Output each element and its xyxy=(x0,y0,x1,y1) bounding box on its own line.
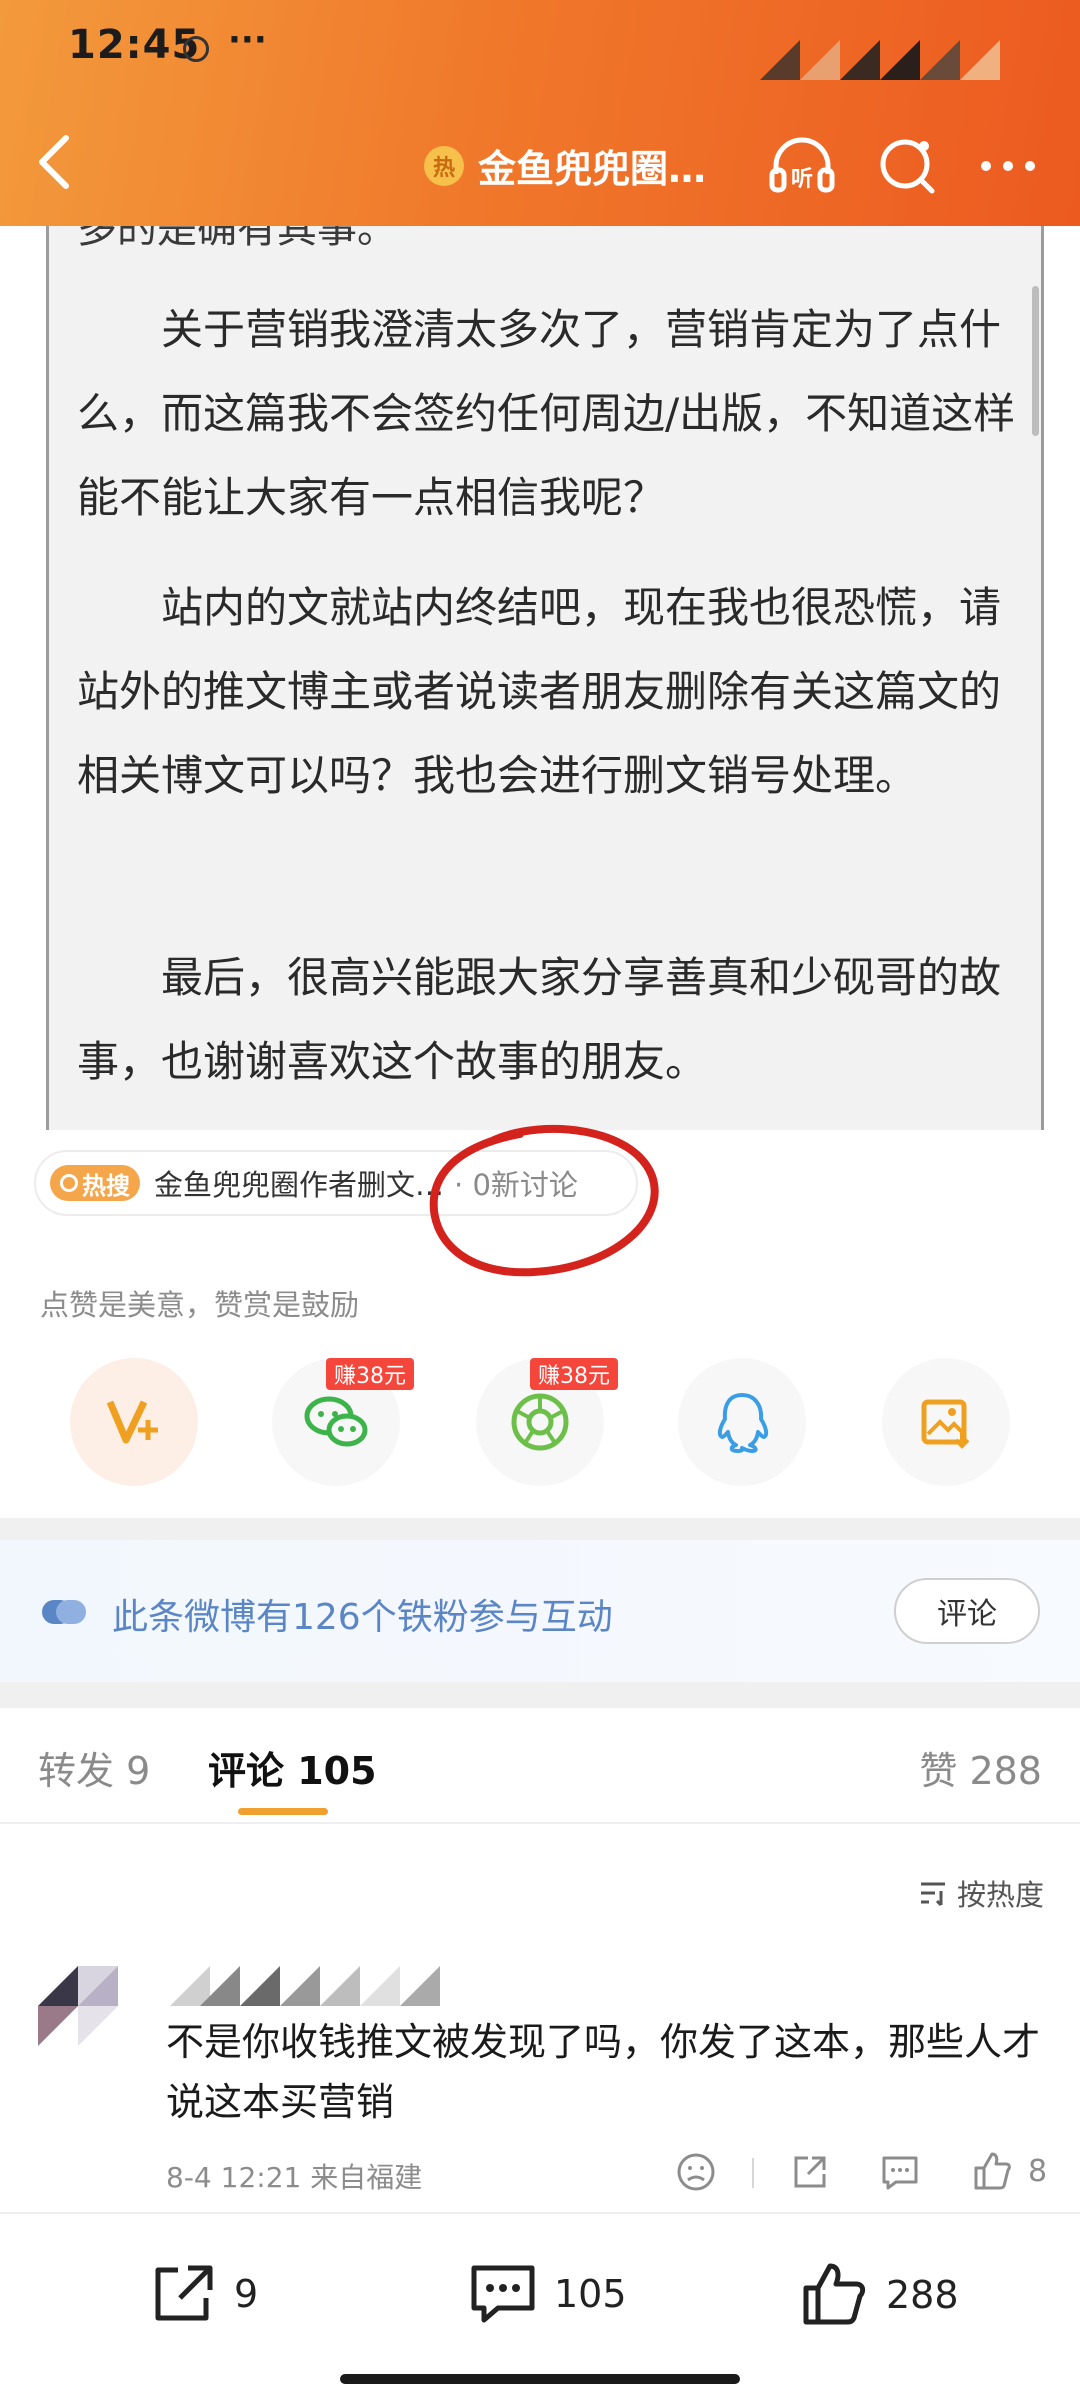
status-icons-mosaic xyxy=(760,40,1020,80)
comment-reply-icon[interactable] xyxy=(878,2150,922,2194)
svg-text:听: 听 xyxy=(791,167,813,192)
article-paragraph-2: 站内的文就站内终结吧，现在我也很恐慌，请站外的推文博主或者说读者朋友删除有关这篇… xyxy=(77,583,1002,800)
fans-interaction-banner[interactable]: 此条微博有126个铁粉参与互动 评论 xyxy=(0,1540,1080,1682)
article-paragraph-1: 关于营销我澄清太多次了，营销肯定为了点什么，而这篇我不会签约任何周边/出版，不知… xyxy=(77,305,1016,522)
listen-icon[interactable]: 听 xyxy=(766,130,838,202)
repost-button[interactable]: 9 xyxy=(148,2262,258,2326)
dislike-face-icon[interactable] xyxy=(674,2150,718,2194)
article-partial-line: 多的是确有其事。 xyxy=(77,226,397,252)
home-indicator[interactable] xyxy=(340,2374,740,2384)
tab-repost[interactable]: 转发 9 xyxy=(38,1740,150,1795)
active-tab-indicator xyxy=(238,1808,328,1815)
comment-share-icon[interactable] xyxy=(788,2150,832,2194)
fans-comment-button[interactable]: 评论 xyxy=(894,1578,1040,1644)
wechat-earn-tag: 赚38元 xyxy=(326,1358,414,1390)
comment-text: 不是你收钱推文被发现了吗，你发了这本，那些人才说这本买营销 xyxy=(166,2020,1041,2124)
avatar[interactable] xyxy=(38,1966,118,2046)
comment-like-icon[interactable] xyxy=(970,2150,1014,2194)
bottom-action-bar: 9 105 288 xyxy=(0,2212,1080,2400)
comment-count: 105 xyxy=(554,2272,627,2316)
hot-search-badge-label: 热搜 xyxy=(82,1171,130,1200)
more-icon[interactable] xyxy=(972,130,1044,202)
qq-icon xyxy=(717,1393,769,1453)
wechat-icon xyxy=(304,1396,368,1447)
sort-label: 按热度 xyxy=(956,1878,1044,1912)
moments-earn-tag: 赚38元 xyxy=(530,1358,618,1390)
weibo-status-icon xyxy=(183,36,209,62)
tab-like[interactable]: 赞 288 xyxy=(919,1740,1042,1795)
save-image-button[interactable] xyxy=(882,1358,1010,1486)
save-image-icon xyxy=(921,1399,970,1449)
status-time: 12:45 xyxy=(68,22,201,68)
vip-plus-icon xyxy=(106,1400,158,1444)
article-image[interactable]: 多的是确有其事。 关于营销我澄清太多次了，营销肯定为了点什么，而这篇我不会签约任… xyxy=(46,226,1044,1130)
section-divider xyxy=(0,1682,1080,1708)
username-mosaic[interactable] xyxy=(170,1966,470,2006)
comment-meta: 8-4 12:21 来自福建 xyxy=(166,2161,423,2194)
comment-like-count: 8 xyxy=(1028,2154,1048,2189)
tab-comment[interactable]: 评论 105 xyxy=(208,1740,377,1795)
hot-search-topic: 金鱼兜兜圈作者删文… xyxy=(154,1168,445,1202)
comment-button[interactable]: 105 xyxy=(468,2262,627,2326)
fans-icon xyxy=(42,1600,86,1624)
search-small-icon xyxy=(60,1174,78,1192)
status-more-dots: ··· xyxy=(228,20,267,60)
top-header: 12:45 ··· 热 金鱼兜兜圈… 听 xyxy=(0,0,1080,226)
scrollbar[interactable] xyxy=(1032,286,1039,436)
header-title-group[interactable]: 热 金鱼兜兜圈… xyxy=(424,138,706,193)
moments-icon xyxy=(511,1393,569,1451)
comment-action-separator xyxy=(752,2158,754,2188)
hot-topic-icon: 热 xyxy=(424,145,464,186)
repost-icon xyxy=(155,2265,213,2321)
qq-share-button[interactable] xyxy=(678,1358,806,1486)
red-annotation-circle xyxy=(429,1124,659,1277)
page-title: 金鱼兜兜圈… xyxy=(478,147,707,191)
tabs-divider xyxy=(0,1822,1080,1824)
like-count: 288 xyxy=(886,2273,959,2317)
like-icon xyxy=(803,2263,866,2325)
article-paragraph-3: 最后，很高兴能跟大家分享善真和少砚哥的故事，也谢谢喜欢这个故事的朋友。 xyxy=(77,953,1002,1086)
like-button[interactable]: 288 xyxy=(800,2262,959,2328)
back-icon[interactable] xyxy=(30,132,78,192)
like-reward-hint: 点赞是美意，赞赏是鼓励 xyxy=(40,1288,360,1322)
vip-plus-button[interactable] xyxy=(70,1358,198,1486)
fans-interaction-text: 此条微博有126个铁粉参与互动 xyxy=(112,1597,613,1638)
sort-by-hot-button[interactable]: 按热度 xyxy=(919,1872,1044,1914)
hot-search-badge: 热搜 xyxy=(50,1165,140,1201)
sort-icon xyxy=(920,1882,945,1907)
avatar-mosaic xyxy=(38,1966,118,2046)
section-divider xyxy=(0,1518,1080,1540)
comment-icon xyxy=(471,2265,535,2323)
repost-count: 9 xyxy=(234,2272,259,2316)
search-icon[interactable] xyxy=(872,130,944,202)
